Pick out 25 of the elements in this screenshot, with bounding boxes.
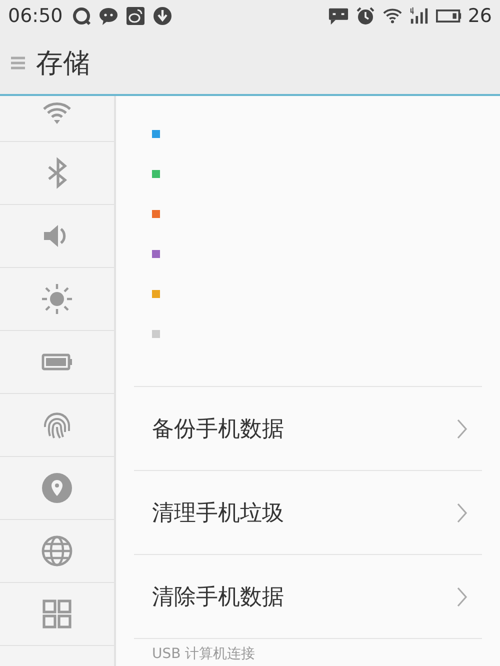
menu-row[interactable]: 清理手机垃圾 <box>134 471 482 555</box>
chevron-right-icon <box>456 502 468 524</box>
signal-icon <box>408 6 430 26</box>
alarm-icon <box>354 6 376 26</box>
chevron-right-icon <box>456 418 468 440</box>
globe-icon <box>41 535 73 567</box>
message-icon <box>98 6 119 26</box>
menu-icon[interactable] <box>10 55 26 71</box>
download-icon <box>152 6 173 26</box>
menu-label: 清除手机数据 <box>152 584 284 612</box>
wifi-icon <box>382 6 403 26</box>
battery-icon <box>436 8 462 24</box>
menu-label: 清理手机垃圾 <box>152 500 284 528</box>
page-title: 存储 <box>36 47 90 81</box>
chevron-right-icon <box>456 586 468 608</box>
clock-time: 06:50 <box>8 5 63 27</box>
menu-label: 备份手机数据 <box>152 416 284 444</box>
section-header: USB 计算机连接 <box>151 645 256 663</box>
menu-row[interactable]: 备份手机数据 <box>134 387 482 471</box>
sun-icon <box>41 283 73 315</box>
battery-percentage: 26 <box>468 5 492 27</box>
notification-icon <box>328 6 349 26</box>
menu-row[interactable]: 清除手机数据 <box>134 555 482 639</box>
grid-icon <box>41 598 73 630</box>
location-pin-icon <box>41 472 73 504</box>
